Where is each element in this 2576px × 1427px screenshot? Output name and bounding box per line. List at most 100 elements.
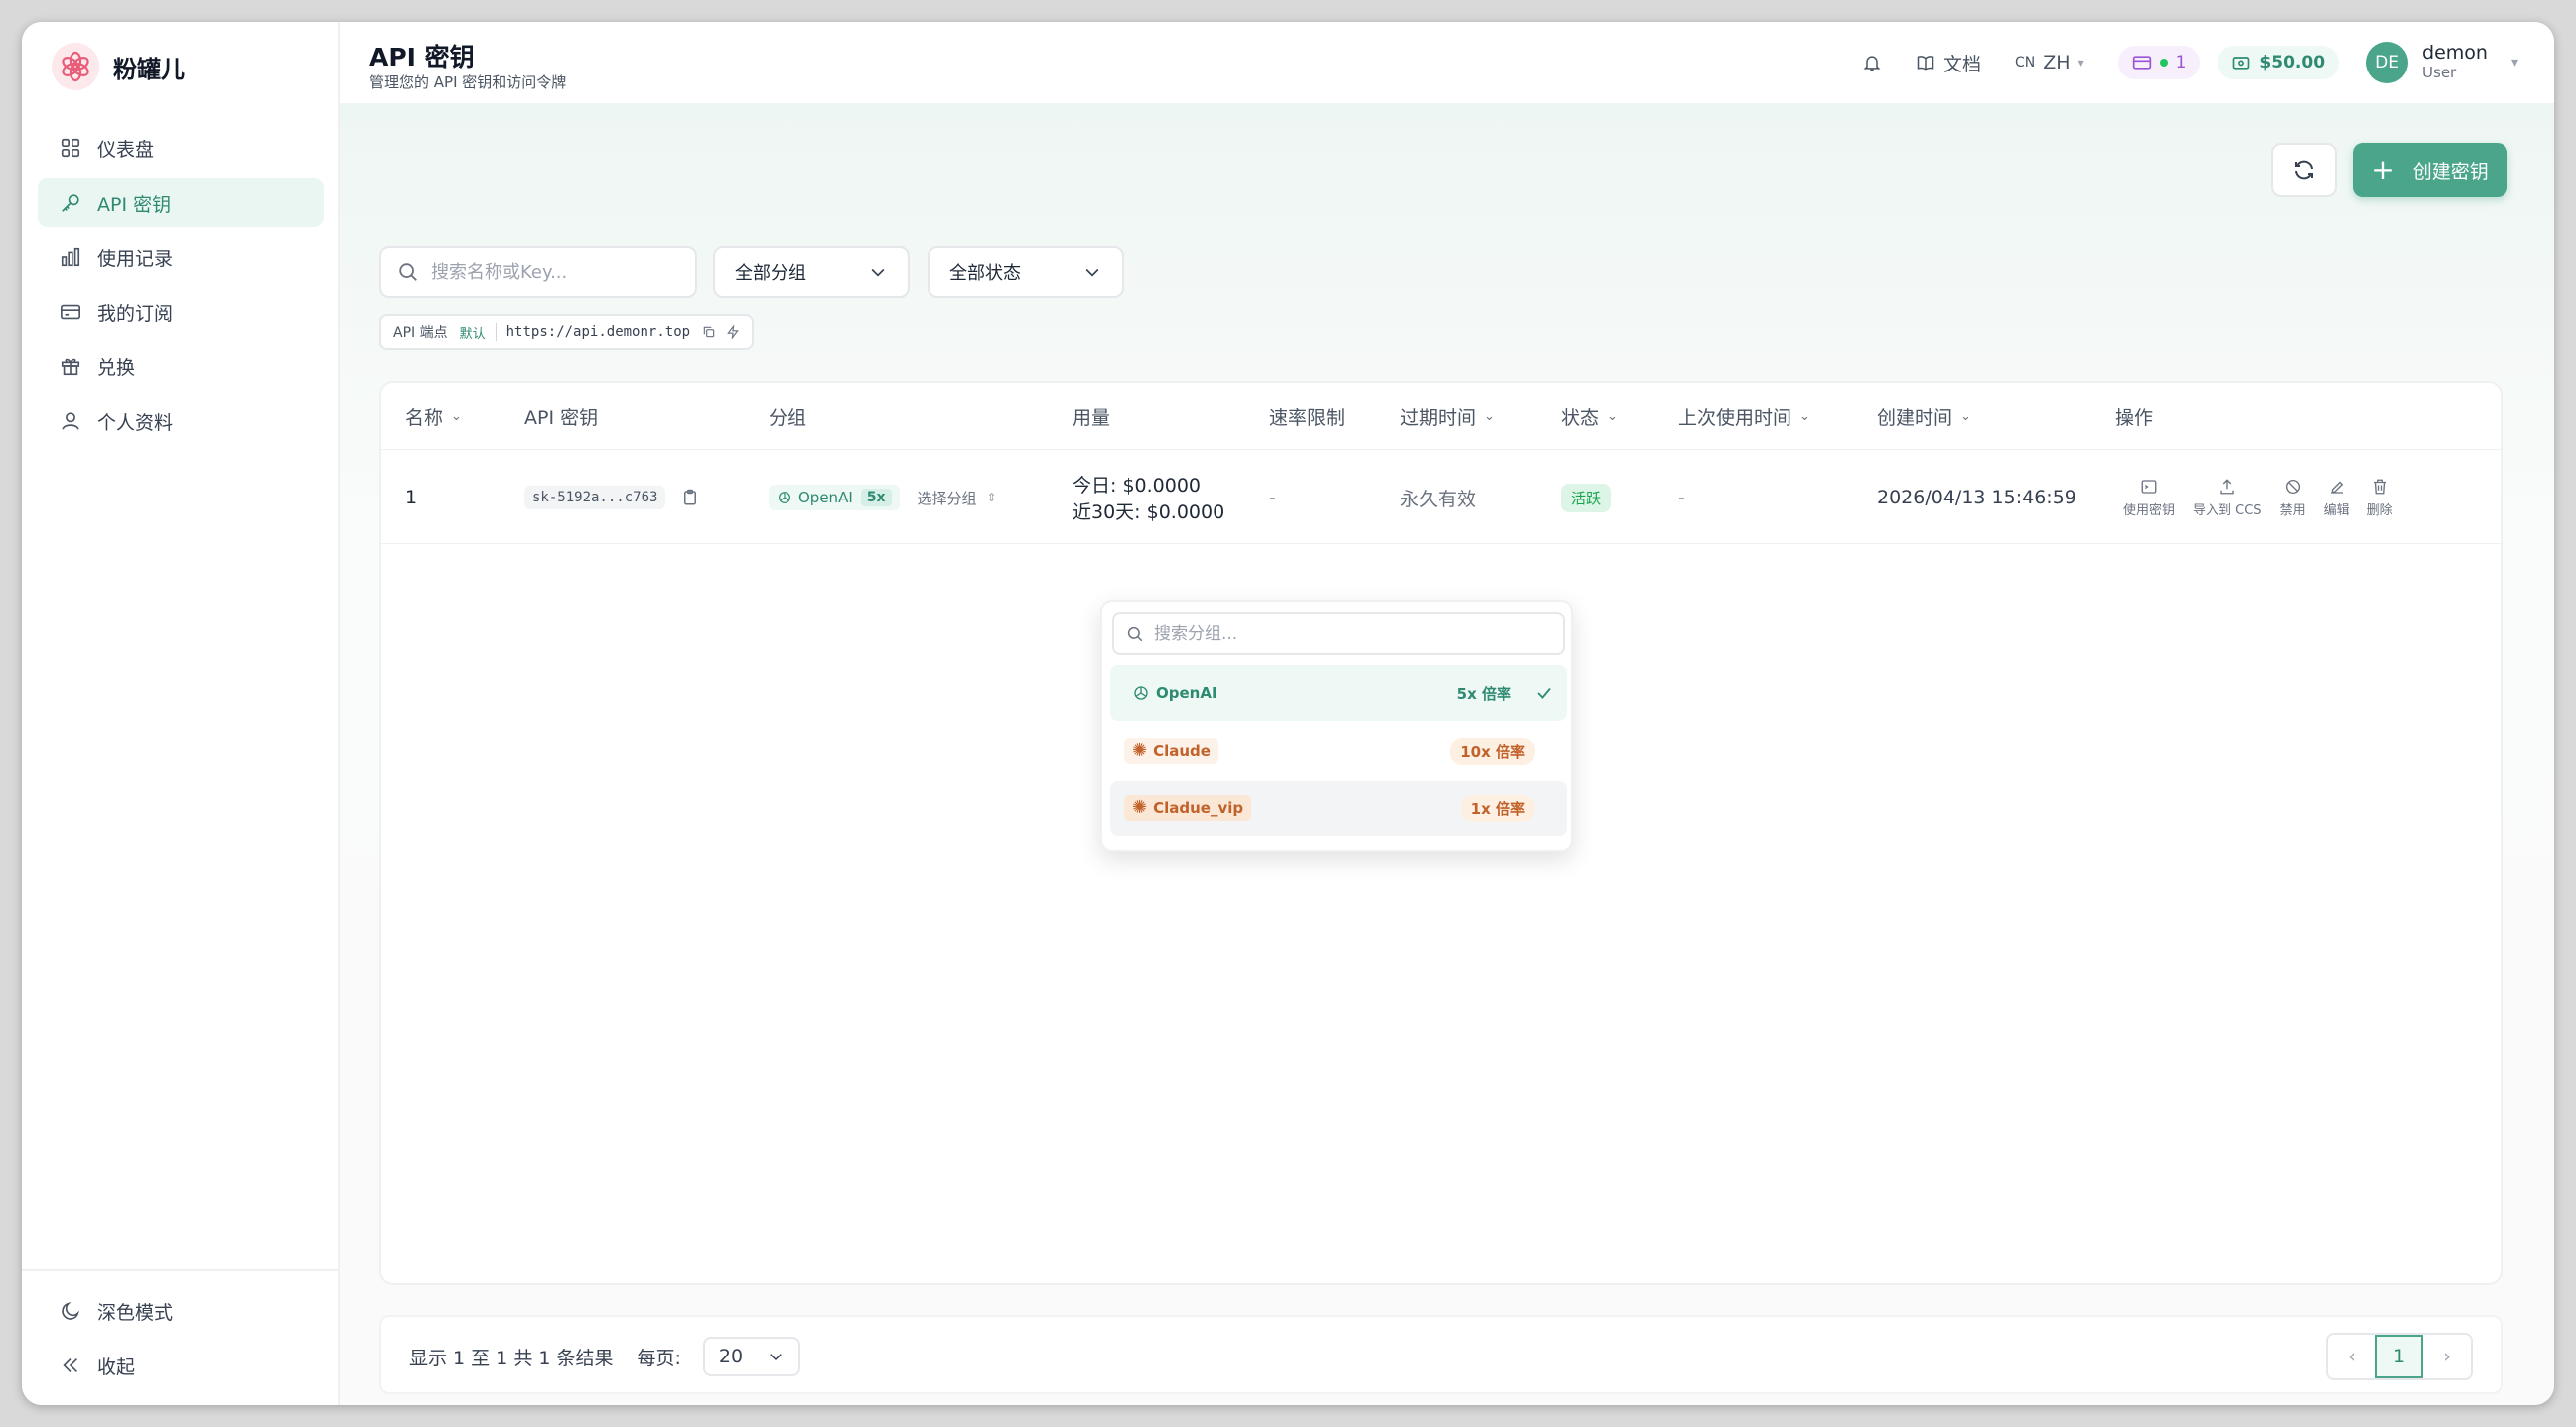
col-header-status[interactable]: 状态 ⌄ bbox=[1561, 383, 1618, 449]
col-header-last-used[interactable]: 上次使用时间 ⌄ bbox=[1678, 383, 1810, 449]
notifications-button[interactable] bbox=[1862, 53, 1882, 72]
docs-label: 文档 bbox=[1942, 53, 1981, 75]
balance-pill[interactable]: $50.00 bbox=[2218, 46, 2340, 79]
create-key-button[interactable]: + 创建密钥 bbox=[2353, 143, 2507, 197]
upload-icon bbox=[2220, 478, 2234, 494]
search-input-wrapper bbox=[379, 246, 697, 298]
action-label: 禁用 bbox=[2279, 502, 2306, 518]
col-header-rate-limit: 速率限制 bbox=[1269, 383, 1345, 449]
group-option-openai[interactable]: OpenAI 5x 倍率 bbox=[1110, 665, 1567, 721]
row-status-cell: 活跃 bbox=[1561, 450, 1612, 545]
group-filter-select[interactable]: 全部分组 bbox=[713, 246, 910, 298]
double-chevron-left-icon bbox=[63, 1357, 78, 1373]
user-menu[interactable]: DE demon User ▾ bbox=[2366, 42, 2518, 83]
group-option-label: ✺ Claude bbox=[1124, 738, 1218, 764]
col-header-name[interactable]: 名称 ⌄ bbox=[405, 383, 462, 449]
bell-icon bbox=[1863, 56, 1881, 71]
card-icon bbox=[61, 304, 80, 320]
sidebar-item-profile[interactable]: 个人资料 bbox=[38, 396, 324, 446]
user-name: demon bbox=[2422, 42, 2488, 64]
row-group-multiplier: 5x bbox=[860, 489, 892, 506]
chevron-down-icon: ⌄ bbox=[451, 408, 462, 424]
endpoint-default-badge: 默认 bbox=[459, 326, 486, 342]
subscription-count: 1 bbox=[2175, 53, 2187, 72]
subscription-pill[interactable]: 1 bbox=[2117, 46, 2201, 79]
row-actions: 使用密钥 导入到 CCS 禁用 编辑 删除 bbox=[2123, 450, 2411, 545]
collapse-sidebar-button[interactable]: 收起 bbox=[38, 1341, 324, 1390]
clipboard-icon[interactable] bbox=[681, 489, 699, 506]
openai-icon bbox=[779, 492, 790, 503]
group-option-claude[interactable]: ✺ Claude 10x 倍率 bbox=[1110, 723, 1567, 779]
row-usage-cell: 今日: $0.0000 近30天: $0.0000 bbox=[1073, 450, 1224, 545]
table-row: 1 sk-5192a...c763 OpenAI 5x 选择分组 ⇕ 今日: $… bbox=[381, 449, 2501, 544]
lang-code: CN bbox=[2015, 55, 2036, 71]
edit-button[interactable]: 编辑 bbox=[2324, 478, 2350, 518]
language-selector[interactable]: CN ZH ▾ bbox=[2015, 52, 2084, 73]
col-label: 用量 bbox=[1073, 406, 1111, 429]
group-option-meta: 5x 倍率 bbox=[1447, 680, 1553, 707]
chevron-down-icon bbox=[871, 268, 885, 277]
page-button-current[interactable]: 1 bbox=[2375, 1335, 2423, 1378]
sidebar-item-label: 仪表盘 bbox=[97, 138, 155, 161]
group-option-rate: 1x 倍率 bbox=[1460, 794, 1535, 822]
action-label: 编辑 bbox=[2323, 502, 2350, 518]
col-header-expires[interactable]: 过期时间 ⌄ bbox=[1400, 383, 1495, 449]
group-search-input[interactable] bbox=[1154, 624, 1371, 643]
claude-icon: ✺ bbox=[1132, 740, 1148, 761]
top-header: API 密钥 管理您的 API 密钥和访问令牌 文档 CN ZH ▾ 1 $50… bbox=[340, 22, 2554, 103]
row-group-cell: OpenAI 5x 选择分组 ⇕ bbox=[769, 450, 997, 545]
book-icon bbox=[1917, 56, 1934, 71]
delete-button[interactable]: 删除 bbox=[2367, 478, 2393, 518]
group-option-claude-vip[interactable]: ✺ Cladue_vip 1x 倍率 bbox=[1110, 781, 1567, 836]
divider bbox=[495, 323, 497, 341]
group-option-label: ✺ Cladue_vip bbox=[1124, 795, 1252, 821]
status-filter-select[interactable]: 全部状态 bbox=[928, 246, 1124, 298]
sidebar-item-subscriptions[interactable]: 我的订阅 bbox=[38, 287, 324, 337]
brand[interactable]: 粉罐儿 bbox=[52, 42, 185, 91]
prev-page-button[interactable]: ‹ bbox=[2328, 1335, 2375, 1378]
search-icon bbox=[1127, 626, 1143, 642]
balance-value: $50.00 bbox=[2259, 53, 2326, 72]
import-ccs-button[interactable]: 导入到 CCS bbox=[2193, 478, 2262, 518]
user-icon bbox=[62, 412, 79, 430]
chevron-down-icon: ⌄ bbox=[1960, 408, 1971, 424]
sidebar: 粉罐儿 仪表盘 API 密钥 使用记录 我的订阅 兑换 个人资料 深色模式 收起 bbox=[22, 22, 340, 1405]
refresh-button[interactable] bbox=[2271, 143, 2337, 197]
sidebar-item-usage[interactable]: 使用记录 bbox=[38, 232, 324, 282]
col-header-key: API 密钥 bbox=[524, 383, 598, 449]
row-group-chip: OpenAI 5x bbox=[769, 485, 900, 510]
sidebar-item-dashboard[interactable]: 仪表盘 bbox=[38, 123, 324, 173]
per-page-select[interactable]: 20 bbox=[702, 1337, 801, 1376]
use-key-button[interactable]: 使用密钥 bbox=[2123, 478, 2175, 518]
user-role: User bbox=[2422, 64, 2457, 81]
select-group-button[interactable]: 选择分组 bbox=[918, 488, 977, 508]
sidebar-item-api-keys[interactable]: API 密钥 bbox=[38, 178, 324, 227]
group-option-name: OpenAI bbox=[1156, 684, 1217, 702]
group-select-dropdown: OpenAI 5x 倍率 ✺ Claude 10x 倍率 ✺ Cladue_vi… bbox=[1100, 600, 1573, 852]
page-title: API 密钥 bbox=[369, 43, 475, 71]
user-info: demon User bbox=[2422, 43, 2488, 82]
copy-icon[interactable] bbox=[702, 325, 716, 339]
terminal-icon bbox=[2141, 479, 2157, 494]
disable-button[interactable]: 禁用 bbox=[2280, 478, 2306, 518]
chevron-down-icon bbox=[1085, 268, 1099, 277]
docs-link[interactable]: 文档 bbox=[1916, 50, 1981, 76]
dark-mode-label: 深色模式 bbox=[97, 1301, 174, 1324]
col-header-usage: 用量 bbox=[1073, 383, 1110, 449]
sidebar-item-redeem[interactable]: 兑换 bbox=[38, 342, 324, 391]
claude-icon: ✺ bbox=[1132, 797, 1148, 818]
pagination-bar: 显示 1 至 1 共 1 条结果 每页: 20 ‹ 1 › bbox=[379, 1315, 2503, 1394]
sidebar-item-label: 我的订阅 bbox=[97, 302, 174, 325]
search-input[interactable] bbox=[431, 261, 669, 283]
openai-icon bbox=[1134, 686, 1148, 700]
dark-mode-toggle[interactable]: 深色模式 bbox=[38, 1286, 324, 1336]
row-expires: 永久有效 bbox=[1400, 488, 1477, 510]
trash-icon bbox=[2373, 479, 2386, 494]
col-header-created[interactable]: 创建时间 ⌄ bbox=[1877, 383, 1971, 449]
bolt-icon[interactable] bbox=[726, 325, 740, 339]
refresh-icon bbox=[2295, 160, 2313, 180]
next-page-button[interactable]: › bbox=[2423, 1335, 2471, 1378]
col-label: 创建时间 bbox=[1877, 406, 1953, 429]
chevron-down-icon: ⌄ bbox=[1607, 408, 1618, 424]
row-name: 1 bbox=[405, 487, 418, 508]
